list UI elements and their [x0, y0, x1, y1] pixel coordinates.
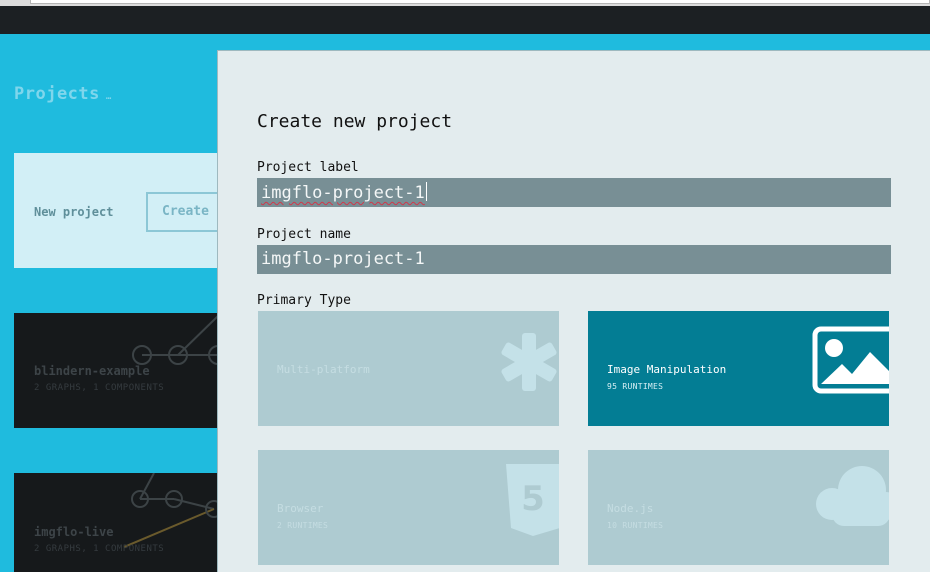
type-option-browser[interactable]: Browser 2 RUNTIMES 5: [258, 450, 559, 565]
app-top-bar: [0, 6, 930, 34]
asterisk-icon: [501, 333, 557, 391]
cloud-icon: [816, 466, 889, 526]
project-name-label: Project name: [257, 227, 351, 242]
html5-icon: 5: [506, 464, 559, 536]
type-name: Multi-platform: [277, 363, 370, 376]
graph-decoration: [123, 473, 223, 548]
project-label-input[interactable]: imgflo-project-1: [257, 178, 891, 207]
project-label-value: imgflo-project-1: [261, 183, 425, 203]
project-meta: 2 GRAPHS, 1 COMPONENTS: [34, 544, 165, 554]
image-icon: [812, 326, 889, 394]
type-runtimes: 2 RUNTIMES: [277, 521, 329, 530]
create-project-dialog: Create new project Project label imgflo-…: [217, 50, 930, 572]
project-name: blindern-example: [34, 364, 150, 378]
project-meta: 2 GRAPHS, 1 COMPONENTS: [34, 383, 165, 393]
type-runtimes: 95 RUNTIMES: [607, 382, 664, 391]
page-title-text: Projects: [14, 84, 100, 104]
project-card[interactable]: blindern-example 2 GRAPHS, 1 COMPONENTS: [14, 313, 234, 428]
project-card[interactable]: imgflo-live 2 GRAPHS, 1 COMPONENTS: [14, 473, 234, 572]
primary-type-label: Primary Type: [257, 293, 351, 308]
address-bar[interactable]: [30, 0, 930, 4]
project-name-input[interactable]: imgflo-project-1: [257, 245, 891, 274]
type-name: Image Manipulation: [607, 363, 727, 376]
type-name: Node.js: [607, 502, 654, 515]
type-option-nodejs[interactable]: Node.js 10 RUNTIMES: [588, 450, 889, 565]
new-project-label: New project: [34, 205, 114, 219]
dialog-title: Create new project: [257, 111, 453, 132]
svg-text:5: 5: [521, 479, 545, 519]
page-title-suffix: …: [105, 92, 112, 102]
project-label-label: Project label: [257, 160, 359, 175]
page-title: Projects …: [14, 84, 112, 104]
type-name: Browser: [277, 502, 324, 515]
project-name-value: imgflo-project-1: [261, 249, 425, 269]
text-caret: [425, 182, 427, 201]
project-name: imgflo-live: [34, 525, 114, 539]
type-option-multi-platform[interactable]: Multi-platform: [258, 311, 559, 426]
type-runtimes: 10 RUNTIMES: [607, 521, 664, 530]
new-project-card: New project Create: [14, 153, 246, 268]
type-option-image-manipulation[interactable]: Image Manipulation 95 RUNTIMES: [588, 311, 889, 426]
